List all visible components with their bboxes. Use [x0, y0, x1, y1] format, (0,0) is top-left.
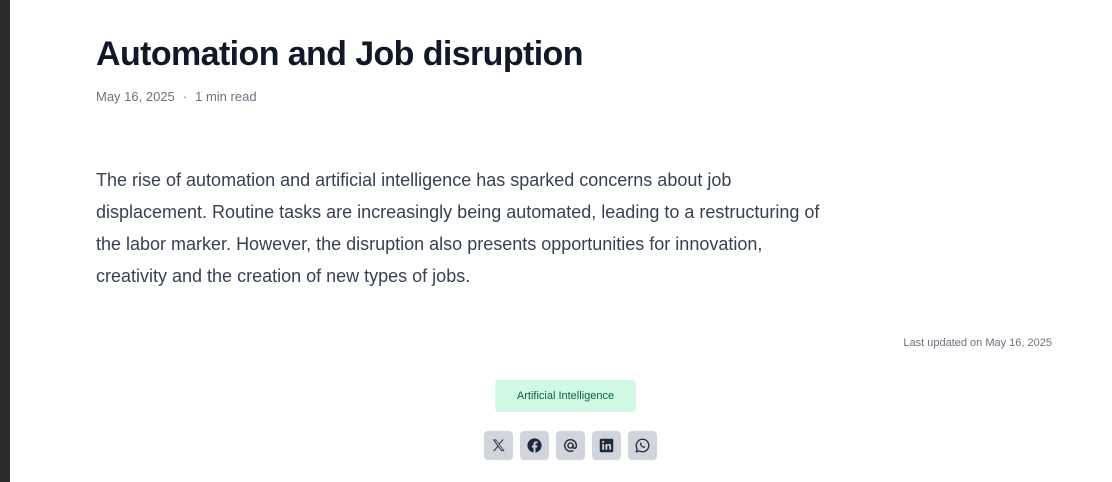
- threads-icon: [564, 438, 578, 452]
- article-body: The rise of automation and artificial in…: [96, 170, 820, 286]
- whatsapp-icon: [635, 438, 650, 453]
- linkedin-icon: [599, 438, 614, 453]
- publish-date: May 16, 2025: [96, 89, 175, 104]
- x-icon: [492, 439, 505, 452]
- facebook-icon: [527, 438, 542, 453]
- read-time: 1 min read: [195, 89, 257, 104]
- last-updated-text: Last updated on May 16, 2025: [903, 337, 1052, 349]
- share-linkedin-button[interactable]: [592, 431, 621, 460]
- article-meta: May 16, 2025 · 1 min read: [96, 88, 257, 106]
- share-x-button[interactable]: [484, 431, 513, 460]
- share-buttons: [484, 431, 657, 460]
- tag-artificial-intelligence[interactable]: Artificial Intelligence: [495, 380, 636, 412]
- meta-separator: ·: [182, 89, 188, 104]
- share-whatsapp-button[interactable]: [628, 431, 657, 460]
- article-page: Automation and Job disruption May 16, 20…: [10, 0, 1112, 482]
- article-title: Automation and Job disruption: [96, 35, 583, 73]
- share-threads-button[interactable]: [556, 431, 585, 460]
- share-facebook-button[interactable]: [520, 431, 549, 460]
